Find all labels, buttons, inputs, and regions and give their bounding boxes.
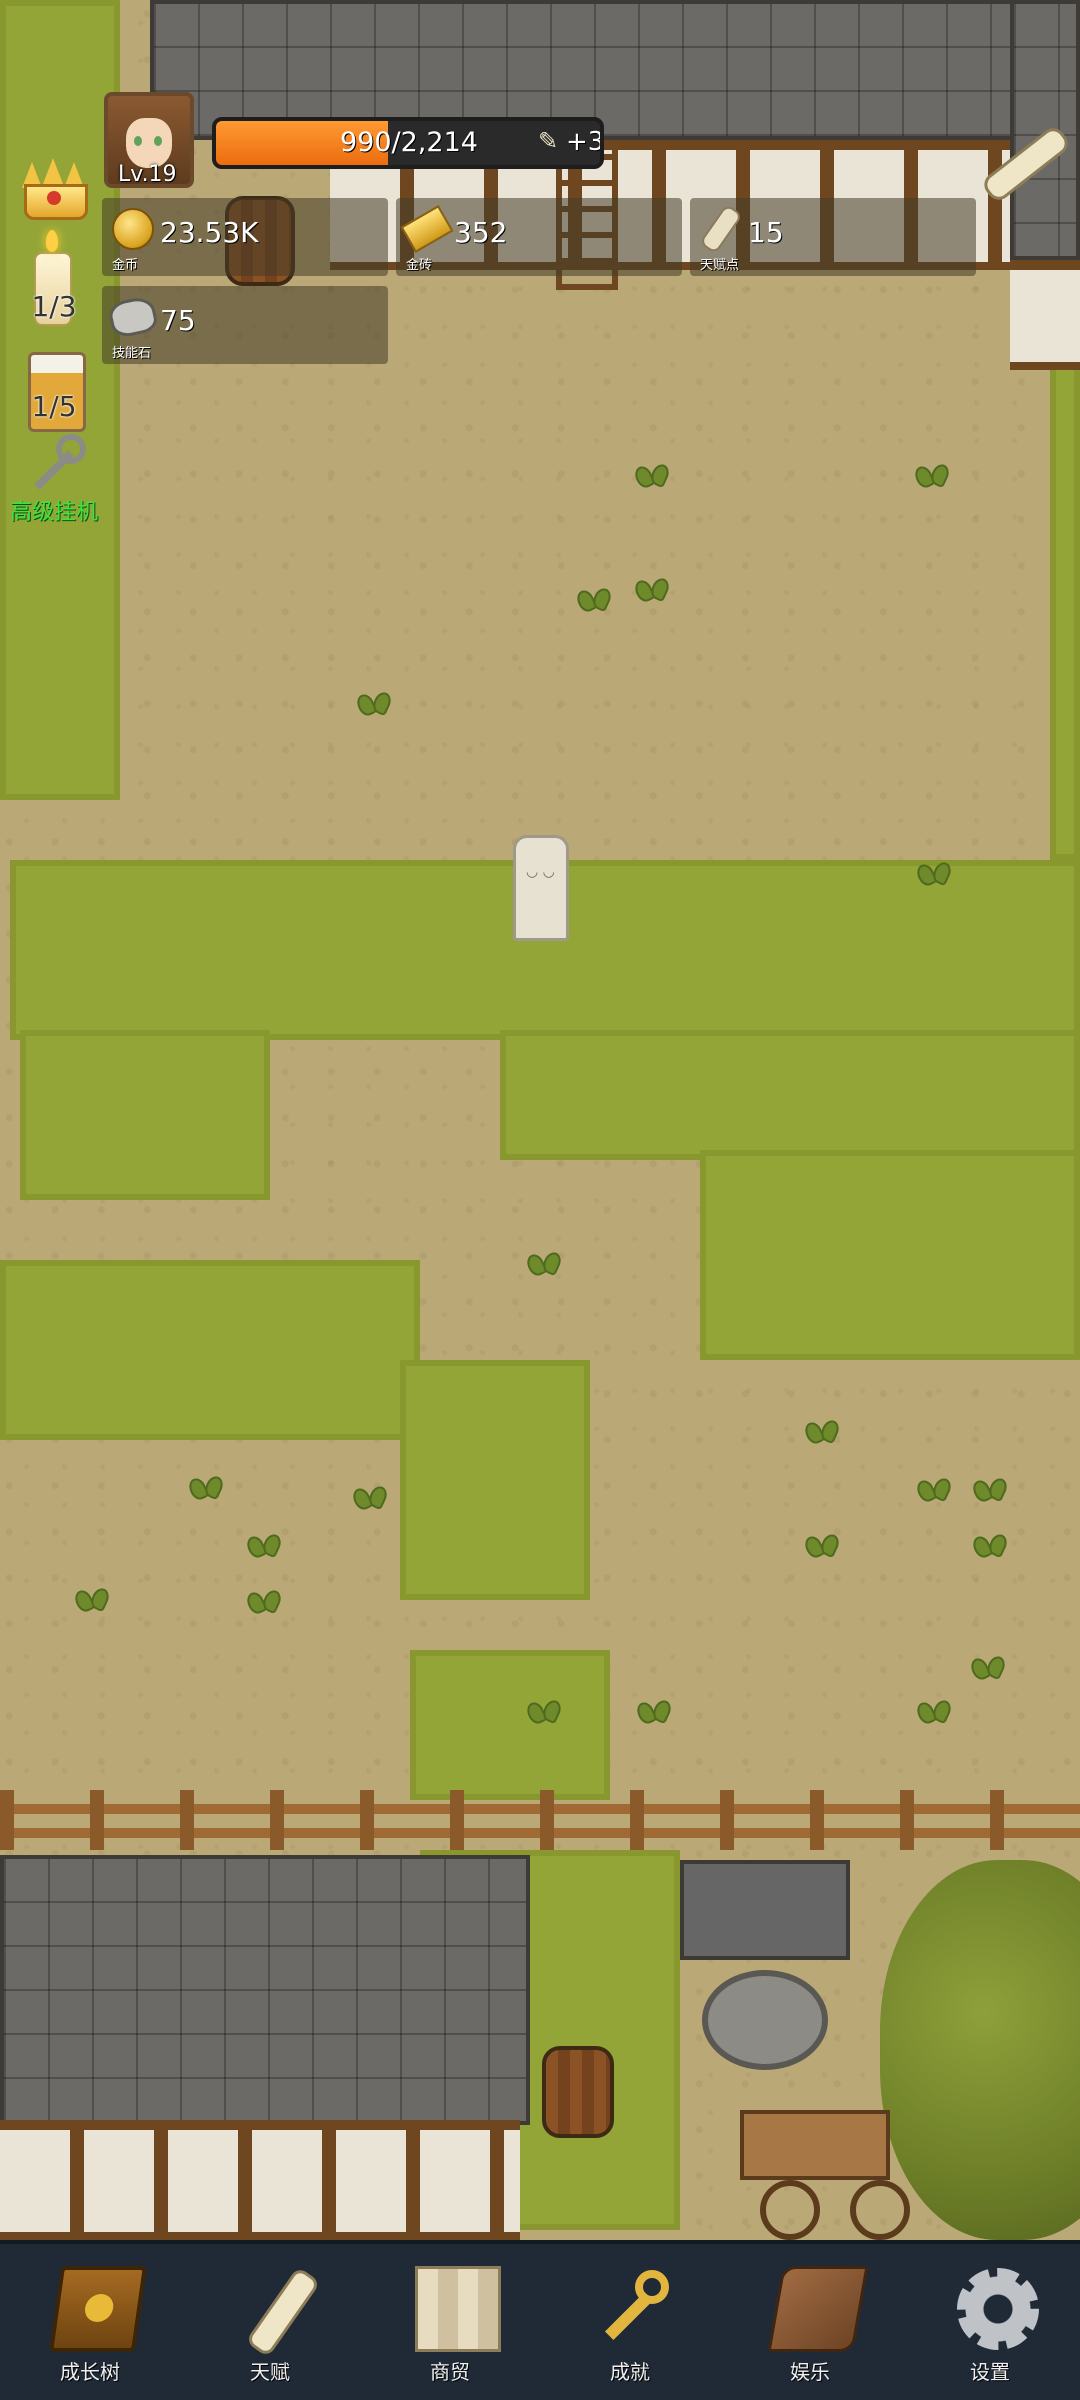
beer-count: 1/5 bbox=[31, 390, 77, 423]
grass-patch bbox=[700, 1150, 1080, 1360]
plant bbox=[802, 1532, 842, 1562]
cart-wheel bbox=[760, 2180, 820, 2240]
plant bbox=[968, 1654, 1008, 1684]
plant bbox=[186, 1474, 226, 1504]
plant bbox=[912, 462, 952, 492]
nav-achievement[interactable]: 成就 bbox=[555, 2244, 705, 2400]
talent-points-label: 天赋点 bbox=[700, 258, 740, 273]
plant bbox=[914, 1698, 954, 1728]
scroll-icon bbox=[698, 203, 744, 255]
idle-label[interactable]: 高级挂机 bbox=[10, 494, 98, 526]
grass-patch bbox=[500, 1030, 1080, 1160]
book-icon bbox=[48, 2266, 148, 2352]
avatar-face bbox=[126, 118, 172, 168]
gold-resource[interactable]: 23.53K 金币 bbox=[102, 198, 388, 276]
grass-patch bbox=[1050, 300, 1080, 860]
plant bbox=[350, 1484, 390, 1514]
grass-patch bbox=[0, 1260, 420, 1440]
side-building-wall bbox=[1010, 260, 1080, 370]
skill-stone-resource[interactable]: 75 技能石 bbox=[102, 286, 388, 364]
experience-bonus: +3 bbox=[566, 127, 604, 157]
avatar-eye bbox=[134, 136, 142, 146]
nav-label: 成就 bbox=[610, 2360, 650, 2384]
nav-settings[interactable]: 设置 bbox=[915, 2244, 1065, 2400]
plant bbox=[632, 576, 672, 606]
plant bbox=[524, 1250, 564, 1280]
experience-bar: 990/2,214 ✎ +3 bbox=[212, 117, 604, 169]
crown-peak bbox=[43, 158, 63, 184]
nav-label: 成长树 bbox=[60, 2360, 120, 2384]
scroll-banner-icon bbox=[767, 2266, 869, 2352]
beer-button[interactable]: 1/5 bbox=[14, 350, 94, 432]
well-base bbox=[702, 1970, 828, 2070]
gold-coin-icon bbox=[110, 206, 156, 252]
talent-points-value: 15 bbox=[748, 216, 784, 249]
gold-brick-label: 金砖 bbox=[406, 258, 433, 273]
grass-patch bbox=[20, 1030, 270, 1200]
plant bbox=[802, 1418, 842, 1448]
plant bbox=[244, 1588, 284, 1618]
gold-brick-icon bbox=[400, 205, 454, 253]
bottom-nav: 成长树 天赋 商贸 成就 娱乐 设置 bbox=[0, 2240, 1080, 2400]
nav-entertainment[interactable]: 娱乐 bbox=[735, 2244, 885, 2400]
crown-button[interactable] bbox=[18, 158, 88, 220]
marker-face-icon: ◡ ◡ bbox=[526, 864, 555, 880]
plant bbox=[72, 1586, 112, 1616]
wooden-fence bbox=[0, 1790, 1080, 1850]
barrel bbox=[542, 2046, 614, 2138]
scroll-icon: ✎ bbox=[538, 127, 559, 155]
crown-gem bbox=[47, 191, 61, 205]
plant bbox=[354, 690, 394, 720]
scroll-icon bbox=[235, 2266, 321, 2352]
stone-icon bbox=[106, 294, 160, 340]
key-shaft bbox=[34, 450, 74, 490]
nav-growth-tree[interactable]: 成长树 bbox=[15, 2244, 165, 2400]
nav-trade[interactable]: 商贸 bbox=[375, 2244, 525, 2400]
cart-wheel bbox=[850, 2180, 910, 2240]
nav-label: 设置 bbox=[970, 2360, 1010, 2384]
water-well bbox=[680, 1860, 850, 2080]
gear-icon bbox=[955, 2266, 1041, 2352]
bottom-building-wall bbox=[0, 2120, 520, 2240]
nav-label: 天赋 bbox=[250, 2360, 290, 2384]
player-level: Lv.19 bbox=[118, 162, 177, 187]
plant bbox=[970, 1532, 1010, 1562]
gold-brick-value: 352 bbox=[454, 216, 508, 249]
plant bbox=[244, 1532, 284, 1562]
skill-stone-label: 技能石 bbox=[112, 346, 152, 361]
nav-label: 商贸 bbox=[430, 2360, 470, 2384]
candle-count: 1/3 bbox=[31, 290, 77, 323]
plant bbox=[574, 586, 614, 616]
gold-value: 23.53K bbox=[160, 216, 259, 249]
cart-body bbox=[740, 2110, 890, 2180]
crown-icon bbox=[24, 184, 88, 220]
well-roof bbox=[680, 1860, 850, 1960]
plant bbox=[914, 860, 954, 890]
nav-talent[interactable]: 天赋 bbox=[195, 2244, 345, 2400]
idle-button[interactable] bbox=[22, 432, 92, 502]
plant bbox=[634, 1698, 674, 1728]
stone-marker[interactable]: ◡ ◡ bbox=[513, 835, 569, 941]
talent-points-resource[interactable]: 15 天赋点 bbox=[690, 198, 976, 276]
grass-patch bbox=[400, 1360, 590, 1600]
grass-patch bbox=[410, 1650, 610, 1800]
plant bbox=[970, 1476, 1010, 1506]
bottom-building-roof bbox=[0, 1855, 530, 2125]
plant bbox=[632, 462, 672, 492]
nav-label: 娱乐 bbox=[790, 2360, 830, 2384]
experience-text: 990/2,214 bbox=[340, 127, 478, 158]
plant bbox=[914, 1476, 954, 1506]
gold-label: 金币 bbox=[112, 258, 139, 273]
gold-brick-resource[interactable]: 352 金砖 bbox=[396, 198, 682, 276]
plant bbox=[524, 1698, 564, 1728]
map-icon bbox=[415, 2266, 501, 2352]
avatar-eye bbox=[154, 136, 162, 146]
skill-stone-value: 75 bbox=[160, 304, 196, 337]
candle-button[interactable]: 1/3 bbox=[14, 230, 94, 330]
wooden-cart bbox=[660, 2110, 930, 2240]
key-icon bbox=[595, 2266, 681, 2352]
